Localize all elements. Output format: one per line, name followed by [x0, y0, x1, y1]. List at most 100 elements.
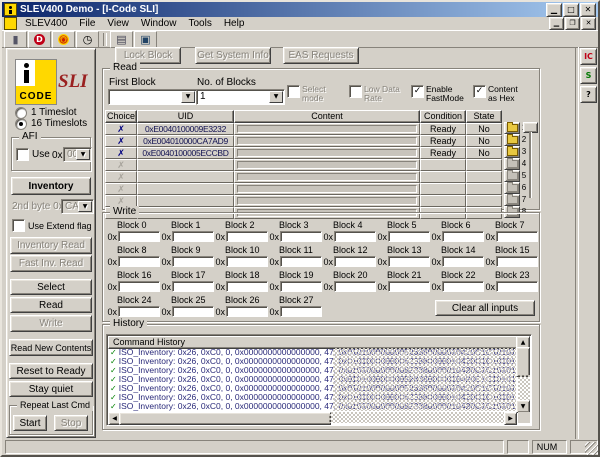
block-6-input[interactable]	[442, 231, 484, 242]
open-row-button[interactable]	[504, 182, 520, 194]
read-button[interactable]: Read	[10, 297, 92, 313]
checkbox[interactable]	[287, 85, 300, 98]
block-16-input[interactable]	[118, 281, 160, 292]
hscroll-right-button[interactable]: ▶	[504, 412, 517, 425]
first-block-combo[interactable]: ▼	[108, 89, 197, 105]
start-button[interactable]: Start	[13, 415, 47, 431]
block-25-input[interactable]	[172, 306, 214, 317]
inventory-read-button[interactable]: Inventory Read	[10, 237, 92, 254]
open-row-button[interactable]	[504, 158, 520, 170]
open-row-button[interactable]	[504, 146, 520, 158]
eas-requests-button[interactable]: EAS Requests	[283, 47, 359, 64]
block-3-input[interactable]	[280, 231, 322, 242]
open-row-button[interactable]	[504, 194, 520, 206]
num-blocks-combo[interactable]: 1 ▼	[196, 89, 285, 105]
block-10-input[interactable]	[226, 256, 268, 267]
block-19-input[interactable]	[280, 281, 322, 292]
block-7-input[interactable]	[496, 231, 538, 242]
block-23-input[interactable]	[496, 281, 538, 292]
menu-tools[interactable]: Tools	[182, 17, 217, 30]
choice-cell[interactable]: ✗	[105, 183, 137, 195]
chevron-down-icon[interactable]: ▼	[269, 91, 283, 103]
resize-grip[interactable]	[585, 442, 598, 455]
radio-1-timeslot[interactable]: 1 Timeslot	[15, 107, 77, 118]
fast-inv-read-button[interactable]: Fast Inv. Read	[10, 255, 92, 272]
hscroll-thumb[interactable]	[119, 412, 331, 425]
afi-value-combo[interactable]: 00▼	[63, 147, 92, 162]
block-9-input[interactable]	[172, 256, 214, 267]
inventory-button[interactable]: Inventory	[11, 177, 91, 195]
choice-cell[interactable]: ✗	[105, 135, 137, 147]
write-button[interactable]: Write	[10, 315, 92, 332]
mdi-restore-button[interactable]: ❐	[565, 17, 580, 30]
history-entry[interactable]: ✓ISO_Inventory: 0x26, 0xC0, 0, 0x0000000…	[108, 348, 516, 357]
history-entry[interactable]: ✓ISO_Inventory: 0x26, 0xC0, 0, 0x0000000…	[108, 357, 516, 366]
mdi-child-icon[interactable]	[4, 17, 17, 30]
block-0-input[interactable]	[118, 231, 160, 242]
block-15-input[interactable]	[496, 256, 538, 267]
history-entry[interactable]: ✓ISO_Inventory: 0x26, 0xC0, 0, 0x0000000…	[108, 384, 516, 393]
block-5-input[interactable]	[388, 231, 430, 242]
menu-view[interactable]: View	[101, 17, 135, 30]
history-entry[interactable]: ✓ISO_Inventory: 0x26, 0xC0, 0, 0x0000000…	[108, 393, 516, 402]
menu-window[interactable]: Window	[135, 17, 183, 30]
checkbox[interactable]: ✓	[473, 85, 486, 98]
table-header-state[interactable]: State	[466, 110, 502, 123]
block-11-input[interactable]	[280, 256, 322, 267]
maximize-button[interactable]: □	[563, 3, 579, 17]
second-byte-combo[interactable]: CA▼	[61, 199, 94, 214]
d-badge-icon[interactable]: D	[28, 31, 51, 48]
target-icon[interactable]: ◉	[52, 31, 75, 48]
hscroll-track[interactable]	[329, 412, 504, 423]
stay-quiet-button[interactable]: Stay quiet	[9, 381, 93, 397]
choice-cell[interactable]: ✗	[105, 159, 137, 171]
mdi-minimize-button[interactable]: ▁	[549, 17, 564, 30]
block-24-input[interactable]	[118, 306, 160, 317]
choice-cell[interactable]: ✗	[105, 171, 137, 183]
history-entry[interactable]: ✓ISO_Inventory: 0x26, 0xC0, 0, 0x0000000…	[108, 366, 516, 375]
radio-16-timeslots[interactable]: 16 Timeslots	[15, 118, 87, 129]
table-header-uid[interactable]: UID	[137, 110, 234, 123]
close-button[interactable]: ✕	[580, 3, 596, 17]
open-row-button[interactable]	[504, 134, 520, 146]
mdi-close-button[interactable]: ✕	[581, 17, 596, 30]
block-20-input[interactable]	[334, 281, 376, 292]
reset-to-ready-button[interactable]: Reset to Ready	[9, 363, 93, 379]
menu-help[interactable]: Help	[218, 17, 251, 30]
table-slider-track[interactable]	[529, 132, 531, 198]
select-button[interactable]: Select	[10, 279, 92, 295]
block-22-input[interactable]	[442, 281, 484, 292]
use-extend-flag-checkbox[interactable]	[12, 219, 25, 232]
radio-16-timeslots-circle[interactable]	[15, 118, 27, 130]
stop-button[interactable]: Stop	[54, 415, 88, 431]
block-18-input[interactable]	[226, 281, 268, 292]
open-row-button[interactable]	[504, 170, 520, 182]
checkbox[interactable]	[349, 85, 362, 98]
clock-icon[interactable]: ◷	[76, 31, 99, 48]
block-13-input[interactable]	[388, 256, 430, 267]
block-17-input[interactable]	[172, 281, 214, 292]
reader-icon[interactable]: ▮	[4, 31, 27, 48]
block-26-input[interactable]	[226, 306, 268, 317]
block-1-input[interactable]	[172, 231, 214, 242]
clear-all-inputs-button[interactable]: Clear all inputs	[435, 300, 535, 316]
block-4-input[interactable]	[334, 231, 376, 242]
choice-cell[interactable]: ✗	[105, 123, 137, 135]
history-entry[interactable]: ✓ISO_Inventory: 0x26, 0xC0, 0, 0x0000000…	[108, 402, 516, 411]
command-history-list[interactable]: Command History ✓ISO_Inventory: 0x26, 0x…	[106, 334, 532, 426]
sli-icon[interactable]: S	[580, 67, 597, 84]
minimize-button[interactable]: ▁	[546, 3, 562, 17]
block-2-input[interactable]	[226, 231, 268, 242]
chevron-down-icon[interactable]: ▼	[78, 201, 92, 212]
block-8-input[interactable]	[118, 256, 160, 267]
vscroll-thumb[interactable]	[516, 347, 530, 377]
table-header-content[interactable]: Content	[234, 110, 420, 123]
chevron-down-icon[interactable]: ▼	[181, 91, 195, 103]
block-21-input[interactable]	[388, 281, 430, 292]
get-system-info-button[interactable]: Get System Info	[195, 47, 271, 64]
history-entry[interactable]: ✓ISO_Inventory: 0x26, 0xC0, 0, 0x0000000…	[108, 375, 516, 384]
radio-1-timeslot-circle[interactable]	[15, 107, 27, 119]
open-row-button[interactable]	[504, 122, 520, 134]
afi-use-checkbox[interactable]	[16, 148, 29, 161]
properties-icon[interactable]: ▤	[110, 31, 133, 48]
